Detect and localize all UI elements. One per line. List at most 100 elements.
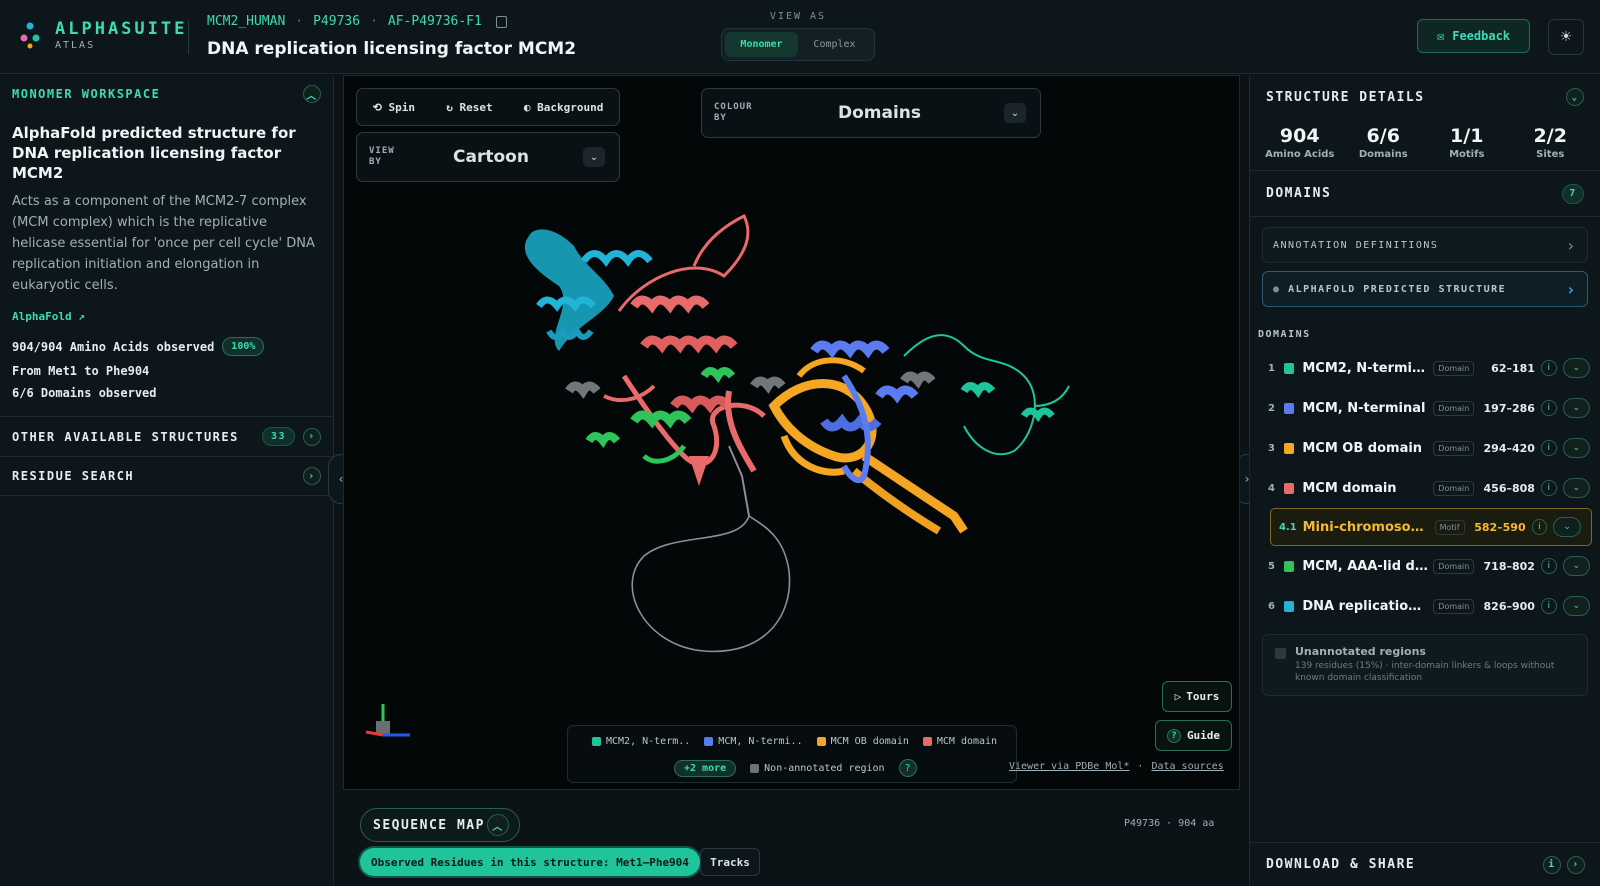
motif-row[interactable]: 4.1 Mini-chromosome maintenanceMotif 582–5…	[1270, 508, 1592, 546]
domain-name: MCM2, N-terminal	[1302, 360, 1430, 376]
chevron-down-icon[interactable]: ⌄	[1566, 88, 1584, 106]
info-icon[interactable]: i	[1540, 480, 1557, 496]
reset-icon: ↻	[446, 100, 453, 114]
domains-subheader: DOMAINS	[1258, 329, 1311, 340]
sequence-map-toggle[interactable]: SEQUENCE MAP ︿	[360, 808, 520, 842]
observed-residues-button[interactable]: Observed Residues in this structure: Met…	[360, 848, 700, 876]
domain-range: 582–590	[1474, 520, 1526, 534]
chevron-down-icon[interactable]: ⌄	[1562, 358, 1591, 378]
alphafold-structure-label: ALPHAFOLD PREDICTED STRUCTURE	[1288, 283, 1507, 295]
feedback-button[interactable]: ✉ Feedback	[1417, 19, 1530, 53]
legend-swatch	[704, 737, 714, 746]
domain-row[interactable]: 5 MCM, AAA-lid domainDomain 718–802 i ⌄	[1250, 546, 1600, 586]
domain-number: 2	[1268, 402, 1275, 414]
alphafold-link[interactable]: AlphaFold ↗	[0, 296, 333, 323]
stat-item: 1/1 Motifs	[1427, 125, 1507, 160]
download-share-row[interactable]: DOWNLOAD & SHARE i ›	[1250, 842, 1600, 886]
chevron-up-icon[interactable]: ︿	[303, 85, 321, 103]
info-icon[interactable]: i	[1531, 519, 1548, 535]
annotation-definitions-row[interactable]: ANNOTATION DEFINITIONS ›	[1262, 227, 1588, 263]
protein-structure-render[interactable]	[344, 76, 1241, 791]
colour-by-select[interactable]: COLOUR BY Domains ⌄	[701, 88, 1041, 138]
view-by-value: Cartoon	[453, 147, 529, 167]
info-icon[interactable]: i	[1540, 598, 1557, 614]
other-structures-row[interactable]: OTHER AVAILABLE STRUCTURES 33 ›	[0, 416, 333, 456]
legend-item: MCM, N-termi..	[704, 736, 803, 747]
data-sources-link[interactable]: Data sources	[1151, 761, 1223, 772]
alphafold-structure-row[interactable]: ● ALPHAFOLD PREDICTED STRUCTURE ›	[1262, 271, 1588, 307]
chevron-down-icon[interactable]: ⌄	[1562, 398, 1591, 418]
stat-label: Motifs	[1449, 149, 1485, 160]
info-icon[interactable]: i	[1540, 360, 1557, 376]
info-icon[interactable]: i	[1540, 440, 1557, 456]
chevron-down-icon[interactable]: ⌄	[1562, 596, 1591, 616]
more-legend-button[interactable]: +2 more	[674, 759, 737, 777]
colour-by-value: Domains	[838, 103, 922, 123]
stat-label: Sites	[1536, 149, 1565, 160]
monomer-workspace-header[interactable]: MONOMER WORKSPACE ︿	[0, 75, 333, 113]
unannotated-title: Unannotated regions	[1295, 645, 1426, 658]
header-divider	[188, 20, 189, 54]
legend-label: MCM domain	[936, 736, 998, 747]
unannotated-checkbox[interactable]	[1275, 648, 1286, 659]
stat-label: Amino Acids	[1265, 149, 1335, 160]
protein-identifiers: MCM2_HUMAN · P49736 · AF-P49736-F1	[207, 14, 507, 29]
domain-number: 1	[1268, 362, 1275, 374]
background-label: Background	[537, 100, 604, 114]
chevron-down-icon[interactable]: ⌄	[1562, 478, 1591, 498]
download-share-label: DOWNLOAD & SHARE	[1266, 857, 1416, 872]
copy-icon[interactable]	[495, 15, 507, 28]
chevron-right-icon: ›	[1565, 279, 1577, 299]
spin-button[interactable]: ⟲ Spin	[373, 101, 415, 114]
domain-range: 826–900	[1483, 599, 1535, 613]
info-icon[interactable]: i	[1543, 855, 1561, 874]
view-as-complex[interactable]: Complex	[798, 32, 871, 57]
chevron-down-icon[interactable]: ⌄	[1562, 556, 1591, 576]
view-by-select[interactable]: VIEW BY Cartoon ⌄	[356, 132, 620, 182]
guide-label: Guide	[1186, 729, 1221, 742]
domain-row[interactable]: 4 MCM domain Domain 456–808 i ⌄	[1250, 468, 1600, 508]
brand[interactable]: ALPHASUITE ATLAS	[55, 19, 187, 51]
contrast-icon: ◐	[523, 100, 531, 114]
structure-description: Acts as a component of the MCM2-7 comple…	[12, 194, 315, 293]
guide-button[interactable]: ? Guide	[1155, 720, 1232, 751]
reset-button[interactable]: ↻ Reset	[446, 101, 492, 114]
domain-row[interactable]: 3 MCM OB domain Domain 294–420 i ⌄	[1250, 428, 1600, 468]
domain-row[interactable]: 2 MCM, N-terminal Domain 197–286 i ⌄	[1250, 388, 1600, 428]
viewer-via-link[interactable]: Viewer via PDBe Mol*	[1009, 761, 1129, 772]
chevron-right-icon[interactable]: ›	[1567, 855, 1585, 874]
background-button[interactable]: ◐ Background	[524, 101, 603, 114]
chevron-down-icon[interactable]: ⌄	[1562, 438, 1591, 458]
stat-item: 904 Amino Acids	[1260, 125, 1340, 160]
info-icon[interactable]: i	[1540, 558, 1557, 574]
tours-label: Tours	[1186, 690, 1220, 703]
unannotated-regions-card[interactable]: Unannotated regions 139 residues (15%) ·…	[1262, 634, 1588, 696]
left-panel: MONOMER WORKSPACE ︿ AlphaFold predicted …	[0, 75, 334, 886]
structure-details-header[interactable]: STRUCTURE DETAILS ⌄	[1250, 75, 1600, 119]
observed-range: From Met1 to Phe904	[12, 364, 150, 378]
chevron-right-icon: ›	[303, 467, 321, 485]
domain-name: MCM, N-terminal	[1302, 400, 1426, 416]
view-as-monomer[interactable]: Monomer	[725, 32, 798, 57]
domains-title: DOMAINS	[1266, 186, 1332, 201]
info-icon[interactable]: i	[1540, 400, 1557, 416]
residue-search-label: RESIDUE SEARCH	[12, 469, 135, 483]
chevron-down-icon: ⌄	[583, 147, 605, 167]
feedback-label: Feedback	[1452, 29, 1511, 43]
domain-swatch	[1283, 442, 1295, 454]
domain-tag: Domain	[1433, 360, 1475, 376]
structure-stats: 904 Amino Acids 6/6 Domains 1/1 Motifs 2/2 Site…	[1250, 119, 1600, 171]
theme-toggle-button[interactable]: ☀	[1548, 19, 1584, 55]
domains-header[interactable]: DOMAINS 7	[1250, 171, 1600, 217]
help-icon[interactable]: ?	[898, 759, 917, 777]
domain-row[interactable]: 1 MCM2, N-terminal Domain 62–181 i ⌄	[1250, 348, 1600, 388]
tracks-button[interactable]: Tracks	[700, 848, 760, 876]
tours-button[interactable]: ▷ Tours	[1162, 681, 1232, 712]
legend-label: Non-annotated region	[764, 762, 885, 774]
domains-observed: 6/6 Domains observed	[12, 386, 157, 400]
chevron-down-icon[interactable]: ⌄	[1553, 517, 1581, 537]
residue-search-row[interactable]: RESIDUE SEARCH ›	[0, 456, 333, 496]
domain-row[interactable]: 6 DNA replication licensingDomain 826–900 i…	[1250, 586, 1600, 626]
structure-viewer[interactable]: ⟲ Spin ↻ Reset ◐ Background VIEW BY Cart…	[343, 75, 1240, 790]
alphasuite-logo-icon[interactable]	[18, 20, 42, 50]
